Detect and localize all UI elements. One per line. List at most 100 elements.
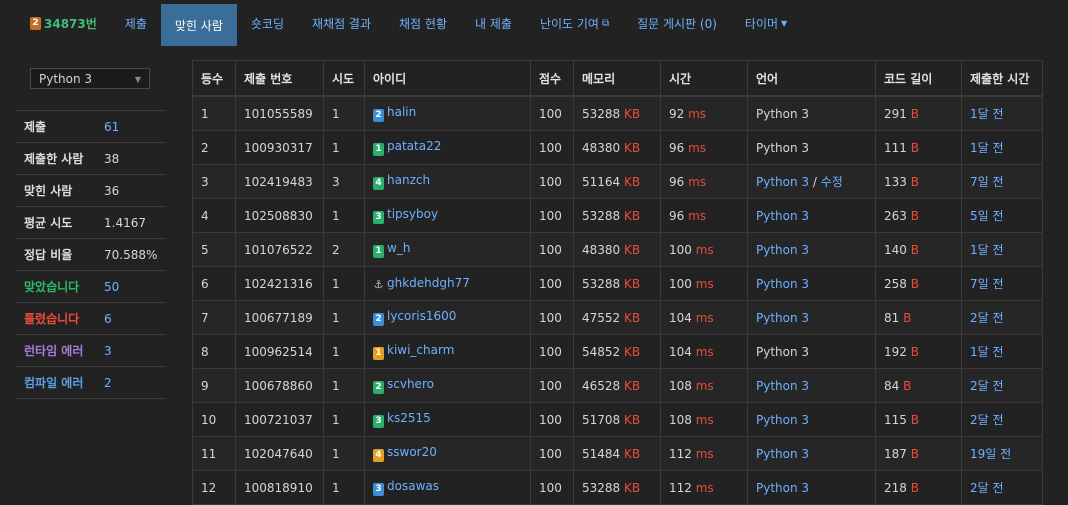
nav-submit[interactable]: 제출 [111, 2, 161, 44]
memory-cell: 48380 KB [573, 130, 661, 165]
language-link[interactable]: Python 3 [756, 243, 809, 257]
header-memory[interactable]: 메모리 [573, 60, 661, 97]
time-cell: 100 ms [660, 266, 748, 301]
stat-label[interactable]: 제출 [16, 118, 104, 135]
code-length-cell: 140 B [875, 232, 962, 267]
language-link[interactable]: Python 3 [756, 277, 809, 291]
time-cell: 100 ms [660, 232, 748, 267]
nav-accepted-users[interactable]: 맞힌 사람 [160, 4, 237, 46]
header-score[interactable]: 점수 [530, 60, 574, 97]
language-link[interactable]: Python 3 [756, 481, 809, 495]
stat-value[interactable]: 61 [104, 120, 119, 134]
submitted-time-cell: 1달 전 [961, 95, 1043, 131]
table-row: 7 100677189 1 2 lycoris1600 100 47552 KB 104 ms… [192, 300, 1043, 335]
user-link[interactable]: sswor20 [387, 445, 437, 459]
submitted-time-link[interactable]: 19일 전 [970, 447, 1011, 461]
language-link[interactable]: Python 3 [756, 209, 809, 223]
submitted-time-link[interactable]: 1달 전 [970, 107, 1004, 121]
header-tries[interactable]: 시도 [323, 60, 365, 97]
nav-question-board[interactable]: 질문 게시판 (0) [623, 2, 731, 44]
tries-cell: 1 [323, 334, 365, 369]
user-tier-badge: 2 [373, 109, 384, 122]
nav-status[interactable]: 채점 현황 [385, 2, 461, 44]
time-unit: ms [688, 106, 707, 121]
score-cell: 100 [530, 198, 574, 233]
submitted-time-link[interactable]: 7일 전 [970, 277, 1004, 291]
submitted-time-link[interactable]: 2달 전 [970, 311, 1004, 325]
header-submission-id[interactable]: 제출 번호 [235, 60, 324, 97]
submitted-time-link[interactable]: 7일 전 [970, 175, 1004, 189]
time-cell: 112 ms [660, 436, 748, 471]
code-length-value: 218 [884, 480, 907, 495]
submitted-time-link[interactable]: 1달 전 [970, 345, 1004, 359]
submitted-time-link[interactable]: 5일 전 [970, 209, 1004, 223]
header-submitted-time[interactable]: 제출한 시간 [961, 60, 1043, 97]
submitted-time-cell: 2달 전 [961, 470, 1043, 505]
submitted-time-link[interactable]: 1달 전 [970, 141, 1004, 155]
stat-label[interactable]: 런타임 에러 [16, 342, 104, 359]
language-link[interactable]: Python 3 [756, 379, 809, 393]
nav-timer-label: 타이머 [744, 16, 779, 31]
submitted-time-link[interactable]: 2달 전 [970, 481, 1004, 495]
time-unit: ms [695, 480, 714, 495]
user-link[interactable]: dosawas [387, 479, 439, 493]
memory-cell: 51708 KB [573, 402, 661, 437]
tries-cell: 1 [323, 266, 365, 301]
header-time[interactable]: 시간 [660, 60, 748, 97]
user-link[interactable]: tipsyboy [387, 207, 438, 221]
language-select[interactable]: Python 3 ▼ [30, 68, 150, 89]
user-link[interactable]: w_h [387, 241, 410, 255]
language-link[interactable]: Python 3 [756, 175, 809, 189]
code-length-cell: 111 B [875, 130, 962, 165]
submitted-time-link[interactable]: 1달 전 [970, 243, 1004, 257]
header-rank[interactable]: 등수 [192, 60, 236, 97]
user-link[interactable]: scvhero [387, 377, 434, 391]
nav-timer-dropdown[interactable]: 타이머 ▼ [731, 2, 801, 44]
header-code-length[interactable]: 코드 길이 [875, 60, 962, 97]
stat-row: 맞힌 사람 36 [16, 175, 166, 207]
nav-difficulty-contribution[interactable]: 난이도 기여 ⧉ [526, 2, 623, 44]
stat-value[interactable]: 6 [104, 312, 112, 326]
user-link[interactable]: halin [387, 105, 416, 119]
stat-value[interactable]: 50 [104, 280, 119, 294]
stat-label[interactable]: 맞았습니다 [16, 278, 104, 295]
user-link[interactable]: patata22 [387, 139, 441, 153]
user-link[interactable]: ks2515 [387, 411, 431, 425]
submitted-time-cell: 7일 전 [961, 164, 1043, 199]
code-length-cell: 84 B [875, 368, 962, 403]
user-link[interactable]: hanzch [387, 173, 430, 187]
memory-value: 46528 [582, 378, 621, 393]
user-cell: 2 scvhero [364, 368, 531, 403]
rank-cell: 6 [192, 266, 236, 301]
tries-cell: 1 [323, 198, 365, 233]
memory-value: 51484 [582, 446, 621, 461]
table-row: 5 101076522 2 1 w_h 100 48380 KB 100 ms Python 3… [192, 232, 1043, 267]
stat-value[interactable]: 3 [104, 344, 112, 358]
table-row: 3 102419483 3 4 hanzch 100 51164 KB 96 ms Python… [192, 164, 1043, 199]
nav-short-coding[interactable]: 숏코딩 [237, 2, 298, 44]
nav-my-submissions[interactable]: 내 제출 [461, 2, 526, 44]
problem-number-link[interactable]: 2 34873번 [0, 2, 111, 44]
stat-label[interactable]: 틀렸습니다 [16, 310, 104, 327]
memory-unit: KB [624, 106, 641, 121]
language-link[interactable]: Python 3 [756, 413, 809, 427]
user-link[interactable]: lycoris1600 [387, 309, 456, 323]
language-link[interactable]: Python 3 [756, 311, 809, 325]
user-link[interactable]: kiwi_charm [387, 343, 454, 357]
stat-label[interactable]: 컴파일 에러 [16, 374, 104, 391]
header-user-id[interactable]: 아이디 [364, 60, 531, 97]
code-length-cell: 133 B [875, 164, 962, 199]
code-length-cell: 218 B [875, 470, 962, 505]
user-cell: 4 hanzch [364, 164, 531, 199]
stat-value[interactable]: 2 [104, 376, 112, 390]
edit-link[interactable]: 수정 [821, 175, 843, 189]
nav-rejudge-results[interactable]: 재채점 결과 [298, 2, 385, 44]
user-cell: 1 kiwi_charm [364, 334, 531, 369]
submitted-time-link[interactable]: 2달 전 [970, 379, 1004, 393]
language-link[interactable]: Python 3 [756, 447, 809, 461]
user-tier-badge: 4 [373, 449, 384, 462]
user-tier-badge: 4 [373, 177, 384, 190]
header-language[interactable]: 언어 [747, 60, 876, 97]
user-link[interactable]: ghkdehdgh77 [387, 276, 470, 290]
submitted-time-link[interactable]: 2달 전 [970, 413, 1004, 427]
